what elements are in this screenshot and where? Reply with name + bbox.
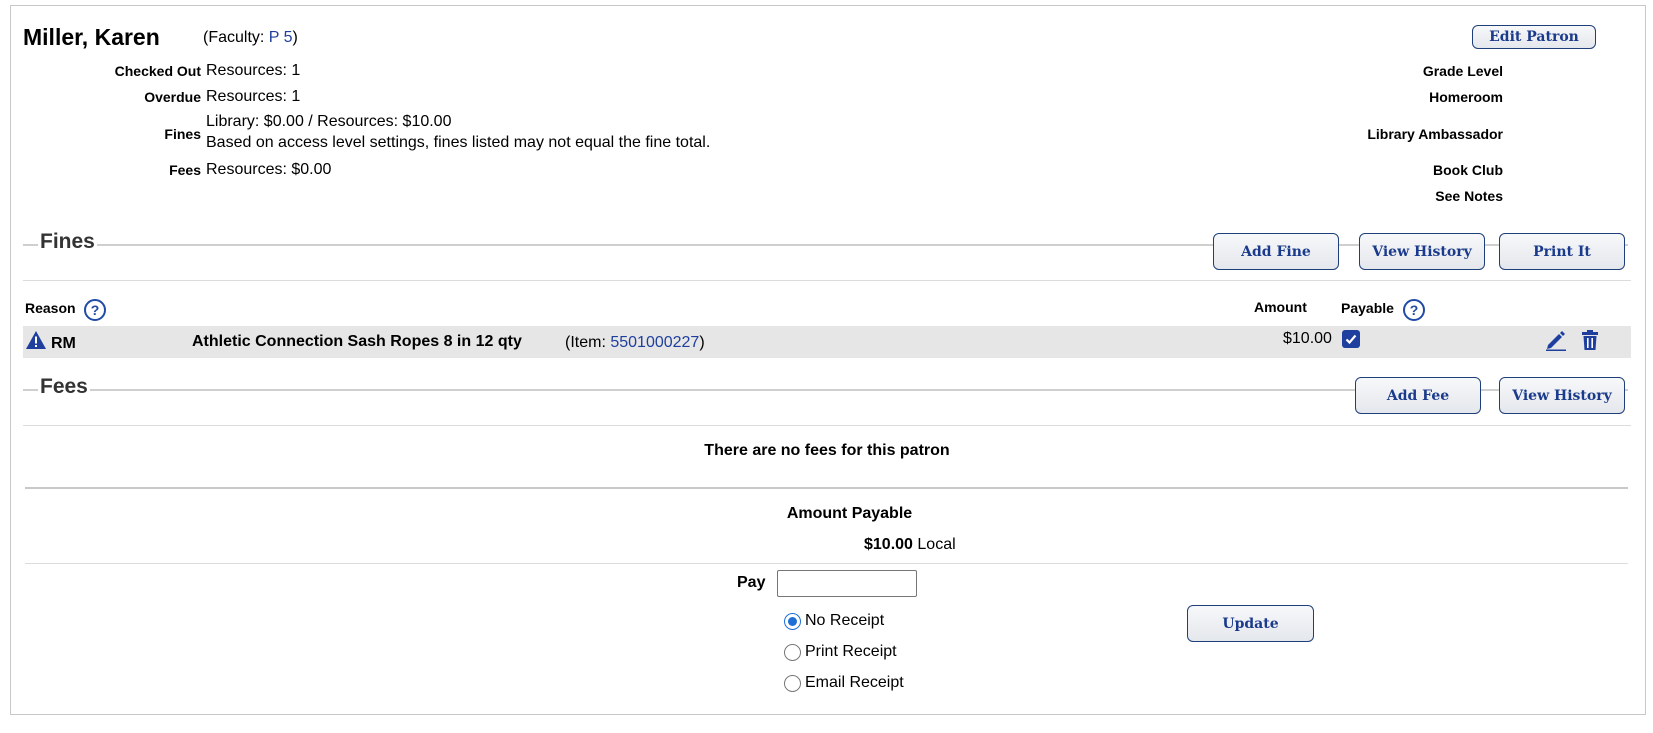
amount-column-header: Amount: [1254, 299, 1307, 315]
overdue-value: Resources: 1: [206, 88, 301, 105]
payable-column-header: Payable: [1341, 300, 1394, 316]
attribute-homeroom: Homeroom: [1429, 89, 1503, 105]
pay-amount-input[interactable]: [777, 570, 917, 597]
no-fees-message: There are no fees for this patron: [704, 442, 950, 459]
receipt-option-none[interactable]: No Receipt: [784, 612, 884, 630]
reason-help-icon[interactable]: ?: [84, 299, 106, 321]
edit-fine-pencil-icon[interactable]: [1544, 329, 1568, 351]
fine-amount: $10.00: [1283, 330, 1332, 347]
fees-header-divider: [23, 425, 1631, 426]
add-fine-button[interactable]: Add Fine: [1213, 233, 1339, 270]
patron-faculty: (Faculty: P 5): [203, 29, 298, 46]
fees-label: Fees: [169, 162, 201, 178]
attribute-library-ambassador: Library Ambassador: [1367, 126, 1503, 142]
print-it-button[interactable]: Print It: [1499, 233, 1625, 270]
receipt-option-email[interactable]: Email Receipt: [784, 674, 904, 692]
edit-patron-button[interactable]: Edit Patron: [1472, 25, 1596, 49]
fines-value: Library: $0.00 / Resources: $10.00: [206, 113, 452, 130]
faculty-link[interactable]: P 5: [269, 29, 293, 46]
fines-label: Fines: [164, 126, 201, 142]
amount-payable-label: Amount Payable: [786, 505, 913, 522]
fees-value: Resources: $0.00: [206, 161, 332, 178]
checked-out-label: Checked Out: [114, 63, 201, 79]
fees-section-title: Fees: [38, 375, 90, 399]
fine-item-title: Athletic Connection Sash Ropes 8 in 12 q…: [192, 333, 522, 350]
update-button[interactable]: Update: [1187, 605, 1314, 642]
payable-help-icon[interactable]: ?: [1403, 299, 1425, 321]
pay-divider: [25, 563, 1628, 564]
checkbox-checked-icon: [1345, 334, 1357, 345]
radio-unselected-icon[interactable]: [784, 674, 801, 692]
delete-fine-trash-icon[interactable]: [1580, 329, 1600, 351]
fines-header-divider: [23, 280, 1631, 281]
attribute-grade-level: Grade Level: [1422, 63, 1503, 79]
fines-note: Based on access level settings, fines li…: [206, 134, 711, 151]
fines-view-history-button[interactable]: View History: [1359, 233, 1485, 270]
warning-triangle-icon: [25, 330, 47, 350]
overdue-label: Overdue: [144, 89, 201, 105]
receipt-option-print[interactable]: Print Receipt: [784, 643, 897, 661]
payment-divider: [25, 487, 1628, 489]
fees-view-history-button[interactable]: View History: [1499, 377, 1625, 414]
pay-label: Pay: [737, 574, 766, 591]
radio-selected-icon[interactable]: [784, 612, 801, 630]
fine-item-reference: (Item: 5501000227): [565, 334, 705, 351]
patron-name: Miller, Karen: [23, 24, 160, 50]
fine-reason-code: RM: [51, 335, 76, 352]
amount-payable-value: $10.00 Local: [864, 536, 956, 553]
reason-column-header: Reason: [25, 300, 76, 316]
radio-unselected-icon[interactable]: [784, 643, 801, 661]
add-fee-button[interactable]: Add Fee: [1355, 377, 1481, 414]
patron-fines-panel: [10, 5, 1646, 715]
fines-section-title: Fines: [38, 230, 97, 254]
item-barcode-link[interactable]: 5501000227: [610, 334, 699, 351]
attribute-book-club: Book Club: [1433, 162, 1503, 178]
attribute-see-notes: See Notes: [1435, 188, 1503, 204]
checked-out-value: Resources: 1: [206, 62, 301, 79]
payable-checkbox[interactable]: [1342, 330, 1360, 348]
